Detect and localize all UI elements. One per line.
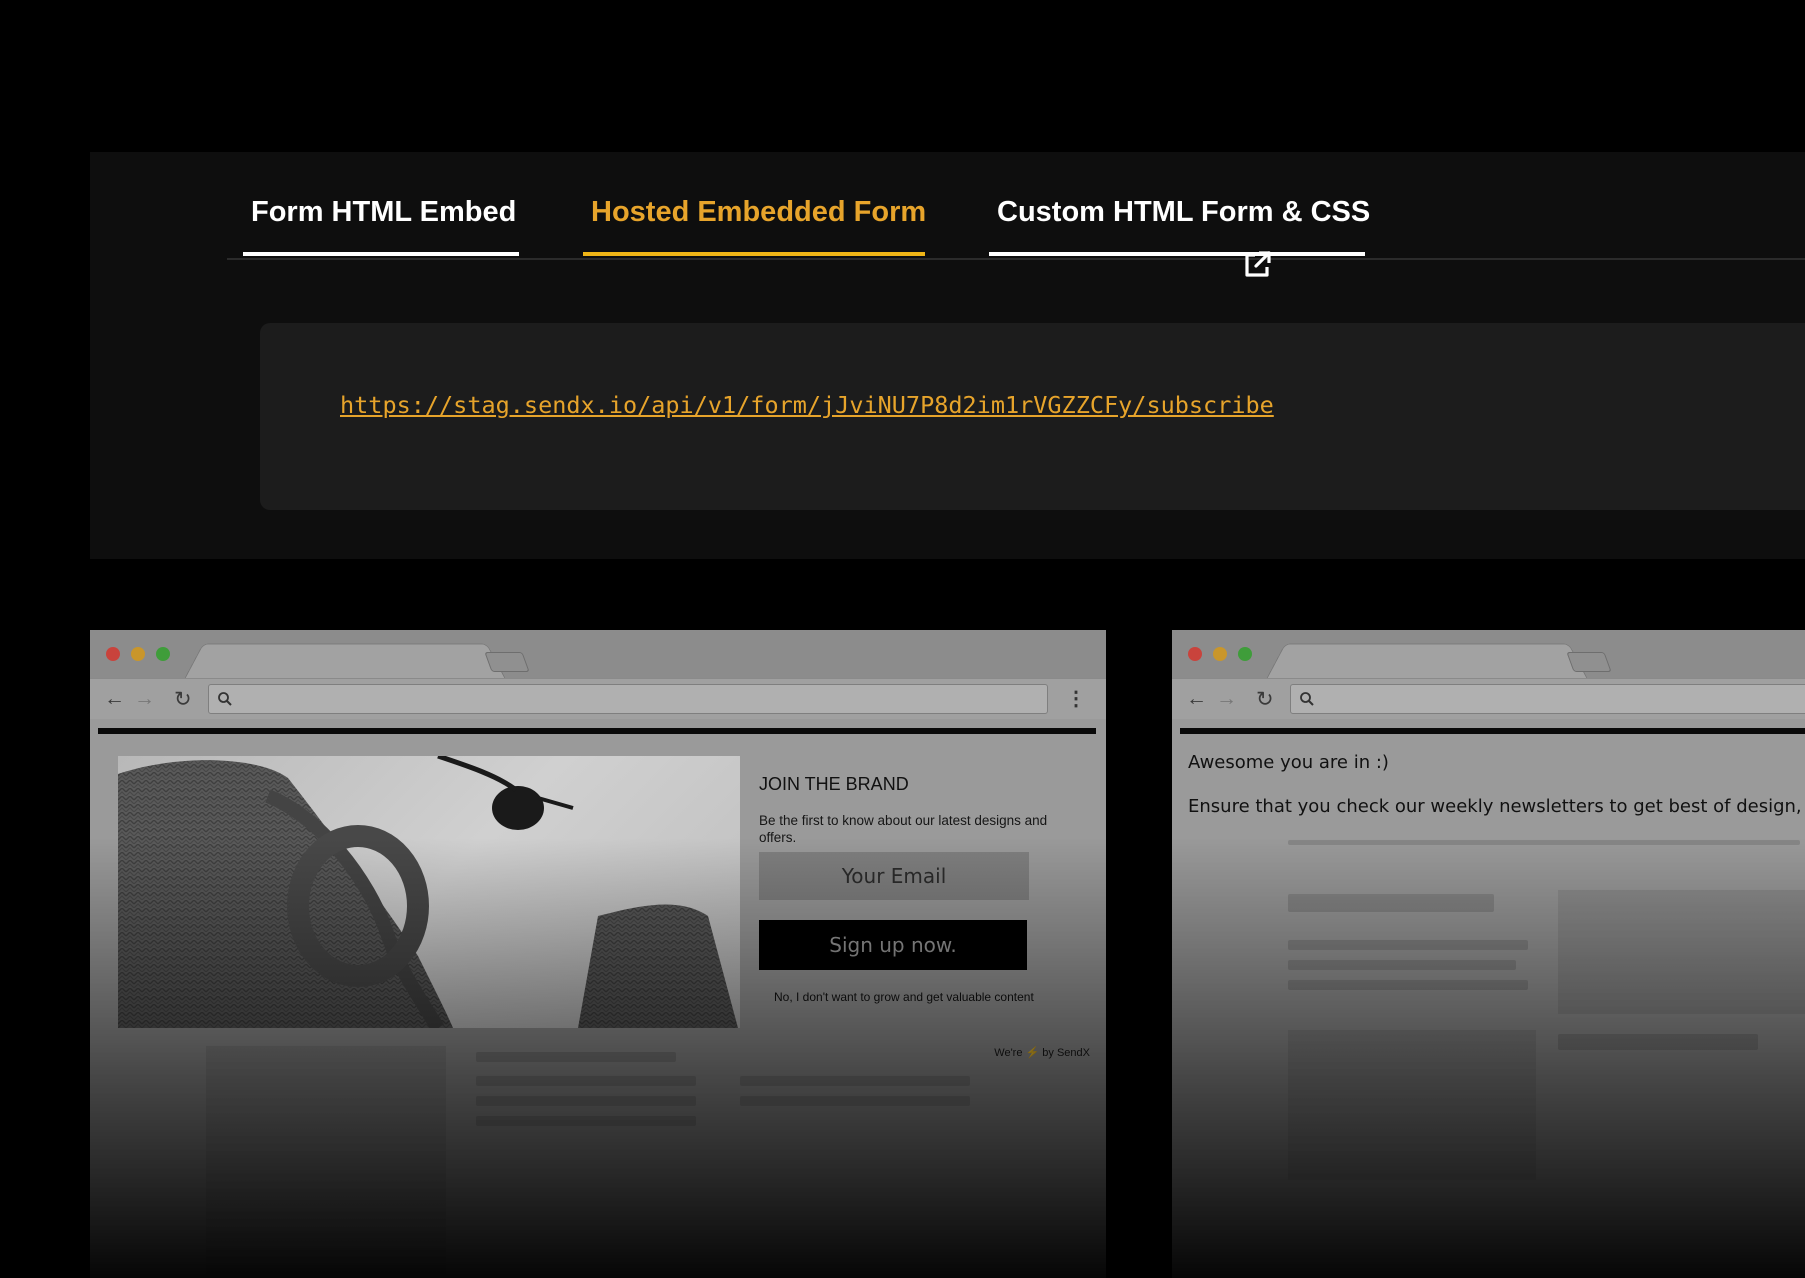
placeholder-line (1288, 960, 1516, 970)
placeholder-block (206, 1046, 446, 1276)
placeholder-block (1558, 890, 1805, 1014)
new-tab-icon (484, 652, 530, 672)
powered-by-sendx: We're ⚡ by SendX (994, 1046, 1090, 1059)
search-icon (1300, 692, 1314, 706)
search-icon (218, 692, 232, 706)
back-arrow-icon: ← (1186, 687, 1207, 710)
tab-custom-html-form-css[interactable]: Custom HTML Form & CSS (989, 196, 1370, 256)
reload-icon: ↻ (174, 688, 192, 711)
new-tab-icon (1566, 652, 1612, 672)
placeholder-line (1558, 1034, 1758, 1050)
browser-tab (183, 643, 507, 680)
tab-form-html-embed[interactable]: Form HTML Embed (243, 196, 519, 256)
minimize-dot-icon (1213, 647, 1227, 661)
thank-you-message: Ensure that you check our weekly newslet… (1188, 796, 1805, 817)
powered-suffix: by SendX (1042, 1047, 1090, 1059)
kebab-menu-icon: ⋮ (1066, 688, 1086, 710)
embed-options-panel: Form HTML Embed Hosted Embedded Form Cus… (90, 152, 1805, 559)
form-preview-browser: ← → ↻ ⋮ JOIN THE BRAND Be the first to k… (90, 630, 1106, 1278)
placeholder-line (1288, 840, 1800, 845)
tab-hosted-embedded-form[interactable]: Hosted Embedded Form (583, 196, 926, 256)
thank-you-heading: Awesome you are in :) (1188, 752, 1389, 773)
hosted-url-box: https://stag.sendx.io/api/v1/form/jJviNU… (260, 323, 1805, 510)
close-dot-icon (1188, 647, 1202, 661)
address-bar (1290, 684, 1805, 714)
form-description: Be the first to know about our latest de… (759, 813, 1048, 845)
hosted-form-url-link[interactable]: https://stag.sendx.io/api/v1/form/jJviNU… (340, 391, 1274, 419)
address-bar (208, 684, 1048, 714)
back-arrow-icon: ← (104, 687, 125, 710)
placeholder-line (476, 1096, 696, 1106)
placeholder-line (1288, 894, 1494, 912)
lightning-icon: ⚡ (1025, 1047, 1040, 1059)
maximize-dot-icon (156, 647, 170, 661)
browser-titlebar (1172, 630, 1805, 680)
external-link-icon[interactable] (1242, 250, 1272, 280)
thank-you-preview-browser: ← → ↻ Awesome you are in :) Ensure that … (1172, 630, 1805, 1278)
minimize-dot-icon (131, 647, 145, 661)
maximize-dot-icon (1238, 647, 1252, 661)
placeholder-line (1288, 940, 1528, 950)
browser-toolbar: ← → ↻ ⋮ (90, 678, 1106, 719)
placeholder-block (1288, 1030, 1536, 1180)
email-field[interactable] (759, 852, 1029, 900)
close-dot-icon (106, 647, 120, 661)
embed-tabs: Form HTML Embed Hosted Embedded Form Cus… (227, 152, 1805, 260)
form-preview-content: JOIN THE BRAND Be the first to know abou… (90, 734, 1106, 1278)
forward-arrow-icon: → (134, 687, 155, 710)
forward-arrow-icon: → (1216, 687, 1237, 710)
thank-you-content: Awesome you are in :) Ensure that you ch… (1172, 734, 1805, 1278)
form-title: JOIN THE BRAND (759, 774, 909, 794)
product-photo (118, 756, 740, 1028)
placeholder-line (1288, 980, 1528, 990)
placeholder-line (740, 1096, 970, 1106)
browser-titlebar (90, 630, 1106, 680)
browser-toolbar: ← → ↻ (1172, 678, 1805, 719)
decline-link[interactable]: No, I don't want to grow and get valuabl… (774, 990, 1034, 1004)
placeholder-line (476, 1076, 696, 1086)
browser-tab (1265, 643, 1589, 680)
sign-up-button[interactable]: Sign up now. (759, 920, 1027, 970)
placeholder-line (740, 1076, 970, 1086)
powered-prefix: We're (994, 1047, 1023, 1059)
reload-icon: ↻ (1256, 688, 1274, 711)
placeholder-line (476, 1052, 676, 1062)
placeholder-line (476, 1116, 696, 1126)
